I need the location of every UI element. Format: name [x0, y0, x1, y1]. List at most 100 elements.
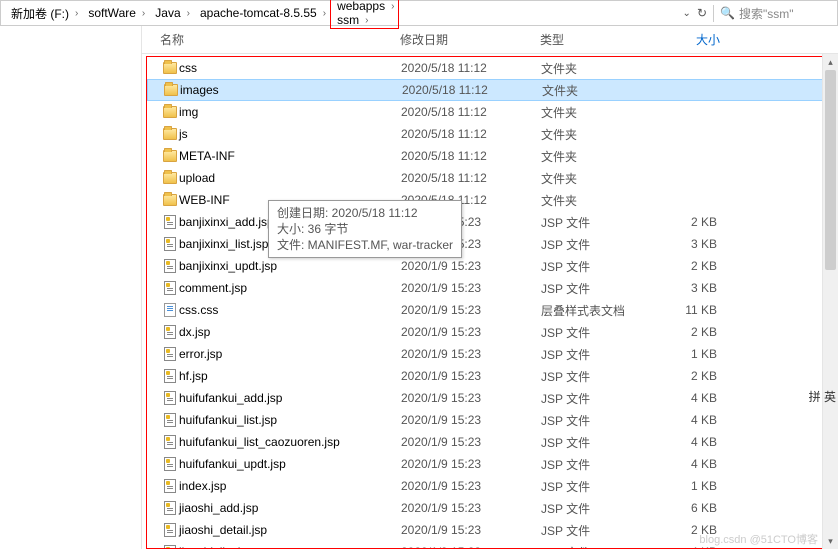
file-size: 2 KB [661, 215, 721, 229]
jsp-file-icon [164, 413, 176, 427]
jsp-file-icon [164, 501, 176, 515]
list-item[interactable]: error.jsp2020/1/9 15:23JSP 文件1 KB [147, 343, 827, 365]
ime-indicator: 拼 英 [809, 388, 836, 405]
list-item[interactable]: WEB-INF2020/5/18 11:12文件夹 [147, 189, 827, 211]
folder-icon [163, 150, 177, 162]
breadcrumb-items[interactable]: 新加卷 (F:)› softWare› Java› apache-tomcat-… [5, 0, 679, 29]
list-item[interactable]: hf.jsp2020/1/9 15:23JSP 文件2 KB [147, 365, 827, 387]
jsp-file-icon [164, 391, 176, 405]
folder-icon [164, 84, 178, 96]
tooltip-line: 文件: MANIFEST.MF, war-tracker [277, 237, 453, 253]
file-type: JSP 文件 [541, 346, 661, 363]
file-date: 2020/1/9 15:23 [401, 501, 541, 515]
list-item[interactable]: jiaoshi_add.jsp2020/1/9 15:23JSP 文件6 KB [147, 497, 827, 519]
breadcrumb-item[interactable]: 新加卷 (F:)› [5, 5, 82, 22]
tooltip: 创建日期: 2020/5/18 11:12 大小: 36 字节 文件: MANI… [268, 200, 462, 258]
list-item[interactable]: img2020/5/18 11:12文件夹 [147, 101, 827, 123]
file-date: 2020/5/18 11:12 [401, 127, 541, 141]
file-size: 4 KB [661, 457, 721, 471]
file-name: css.css [179, 303, 401, 317]
file-type: 文件夹 [541, 170, 661, 187]
tooltip-line: 大小: 36 字节 [277, 221, 453, 237]
breadcrumb-item[interactable]: softWare› [82, 6, 149, 20]
file-size: 4 KB [661, 435, 721, 449]
list-item[interactable]: banjixinxi_list.jsp2020/1/9 15:23JSP 文件3… [147, 233, 827, 255]
file-type: JSP 文件 [541, 324, 661, 341]
file-size: 1 KB [661, 347, 721, 361]
list-item[interactable]: comment.jsp2020/1/9 15:23JSP 文件3 KB [147, 277, 827, 299]
column-header-size[interactable]: 大小 [660, 31, 720, 48]
file-name: upload [179, 171, 401, 185]
file-type: JSP 文件 [541, 236, 661, 253]
jsp-file-icon [164, 545, 176, 549]
list-item[interactable]: banjixinxi_add.jsp2020/1/9 15:23JSP 文件2 … [147, 211, 827, 233]
list-item[interactable]: huifufankui_updt.jsp2020/1/9 15:23JSP 文件… [147, 453, 827, 475]
jsp-file-icon [164, 237, 176, 251]
file-date: 2020/5/18 11:12 [402, 83, 542, 97]
jsp-file-icon [164, 369, 176, 383]
chevron-down-icon[interactable]: ⌄ [683, 8, 691, 19]
list-item[interactable]: index.jsp2020/1/9 15:23JSP 文件1 KB [147, 475, 827, 497]
jsp-file-icon [164, 457, 176, 471]
file-type: JSP 文件 [541, 522, 661, 539]
file-size: 3 KB [661, 237, 721, 251]
breadcrumb-item[interactable]: apache-tomcat-8.5.55› [194, 6, 330, 20]
file-name: jiaoshi_add.jsp [179, 501, 401, 515]
list-item[interactable]: css2020/5/18 11:12文件夹 [147, 57, 827, 79]
tree-panel[interactable] [0, 26, 142, 549]
list-item[interactable]: upload2020/5/18 11:12文件夹 [147, 167, 827, 189]
search-icon: 🔍 [720, 6, 735, 20]
file-name: huifufankui_list.jsp [179, 413, 401, 427]
jsp-file-icon [164, 347, 176, 361]
file-type: JSP 文件 [541, 500, 661, 517]
jsp-file-icon [164, 215, 176, 229]
jsp-file-icon [164, 325, 176, 339]
file-type: JSP 文件 [541, 390, 661, 407]
folder-icon [163, 172, 177, 184]
scroll-thumb[interactable] [825, 70, 836, 270]
file-date: 2020/1/9 15:23 [401, 413, 541, 427]
list-item[interactable]: huifufankui_add.jsp2020/1/9 15:23JSP 文件4… [147, 387, 827, 409]
list-item[interactable]: META-INF2020/5/18 11:12文件夹 [147, 145, 827, 167]
file-date: 2020/1/9 15:23 [401, 391, 541, 405]
column-header-date[interactable]: 修改日期 [400, 31, 540, 48]
chevron-right-icon: › [391, 1, 394, 12]
column-header-name[interactable]: 名称 [160, 31, 400, 48]
list-item[interactable]: banjixinxi_updt.jsp2020/1/9 15:23JSP 文件2… [147, 255, 827, 277]
file-size: 6 KB [661, 501, 721, 515]
list-item[interactable]: css.css2020/1/9 15:23层叠样式表文档11 KB [147, 299, 827, 321]
breadcrumb-item[interactable]: ssm› [331, 13, 398, 27]
file-date: 2020/1/9 15:23 [401, 259, 541, 273]
list-item[interactable]: huifufankui_list.jsp2020/1/9 15:23JSP 文件… [147, 409, 827, 431]
scroll-down-icon[interactable]: ▾ [823, 533, 838, 549]
file-name: css [179, 61, 401, 75]
list-item[interactable]: dx.jsp2020/1/9 15:23JSP 文件2 KB [147, 321, 827, 343]
file-type: 文件夹 [541, 148, 661, 165]
file-icon [164, 303, 176, 317]
search-input[interactable]: 🔍 搜索"ssm" [713, 5, 833, 22]
file-date: 2020/1/9 15:23 [401, 347, 541, 361]
breadcrumb-item[interactable]: Java› [149, 6, 194, 20]
file-name: index.jsp [179, 479, 401, 493]
file-list[interactable]: css2020/5/18 11:12文件夹images2020/5/18 11:… [146, 56, 828, 549]
list-item[interactable]: huifufankui_list_caozuoren.jsp2020/1/9 1… [147, 431, 827, 453]
scrollbar[interactable]: ▴ ▾ [822, 54, 838, 549]
breadcrumb-highlight: webapps› ssm› [330, 0, 399, 29]
file-type: JSP 文件 [541, 412, 661, 429]
file-type: JSP 文件 [541, 456, 661, 473]
file-type: JSP 文件 [541, 478, 661, 495]
tooltip-line: 创建日期: 2020/5/18 11:12 [277, 205, 453, 221]
file-date: 2020/5/18 11:12 [401, 171, 541, 185]
list-item[interactable]: js2020/5/18 11:12文件夹 [147, 123, 827, 145]
file-date: 2020/1/9 15:23 [401, 435, 541, 449]
refresh-icon[interactable]: ↻ [691, 6, 713, 20]
file-name: images [180, 83, 402, 97]
jsp-file-icon [164, 259, 176, 273]
column-header-type[interactable]: 类型 [540, 31, 660, 48]
list-item[interactable]: images2020/5/18 11:12文件夹 [147, 79, 827, 101]
file-date: 2020/5/18 11:12 [401, 149, 541, 163]
breadcrumb-item[interactable]: webapps› [331, 0, 398, 13]
file-size: 2 KB [661, 369, 721, 383]
scroll-up-icon[interactable]: ▴ [823, 54, 838, 70]
file-type: 文件夹 [541, 60, 661, 77]
